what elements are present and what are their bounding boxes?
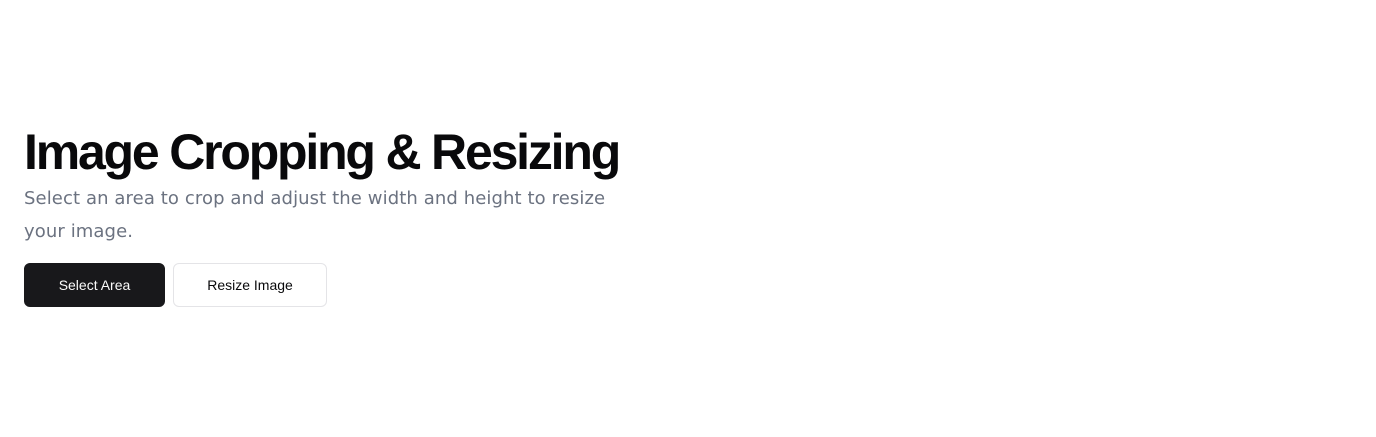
hero-section: Image Cropping & Resizing Select an area… (24, 124, 664, 307)
page-title: Image Cropping & Resizing (24, 124, 621, 180)
action-buttons: Select Area Resize Image (24, 263, 664, 307)
page-subtitle: Select an area to crop and adjust the wi… (24, 188, 606, 242)
select-area-button[interactable]: Select Area (24, 263, 165, 307)
resize-image-button[interactable]: Resize Image (173, 263, 327, 307)
